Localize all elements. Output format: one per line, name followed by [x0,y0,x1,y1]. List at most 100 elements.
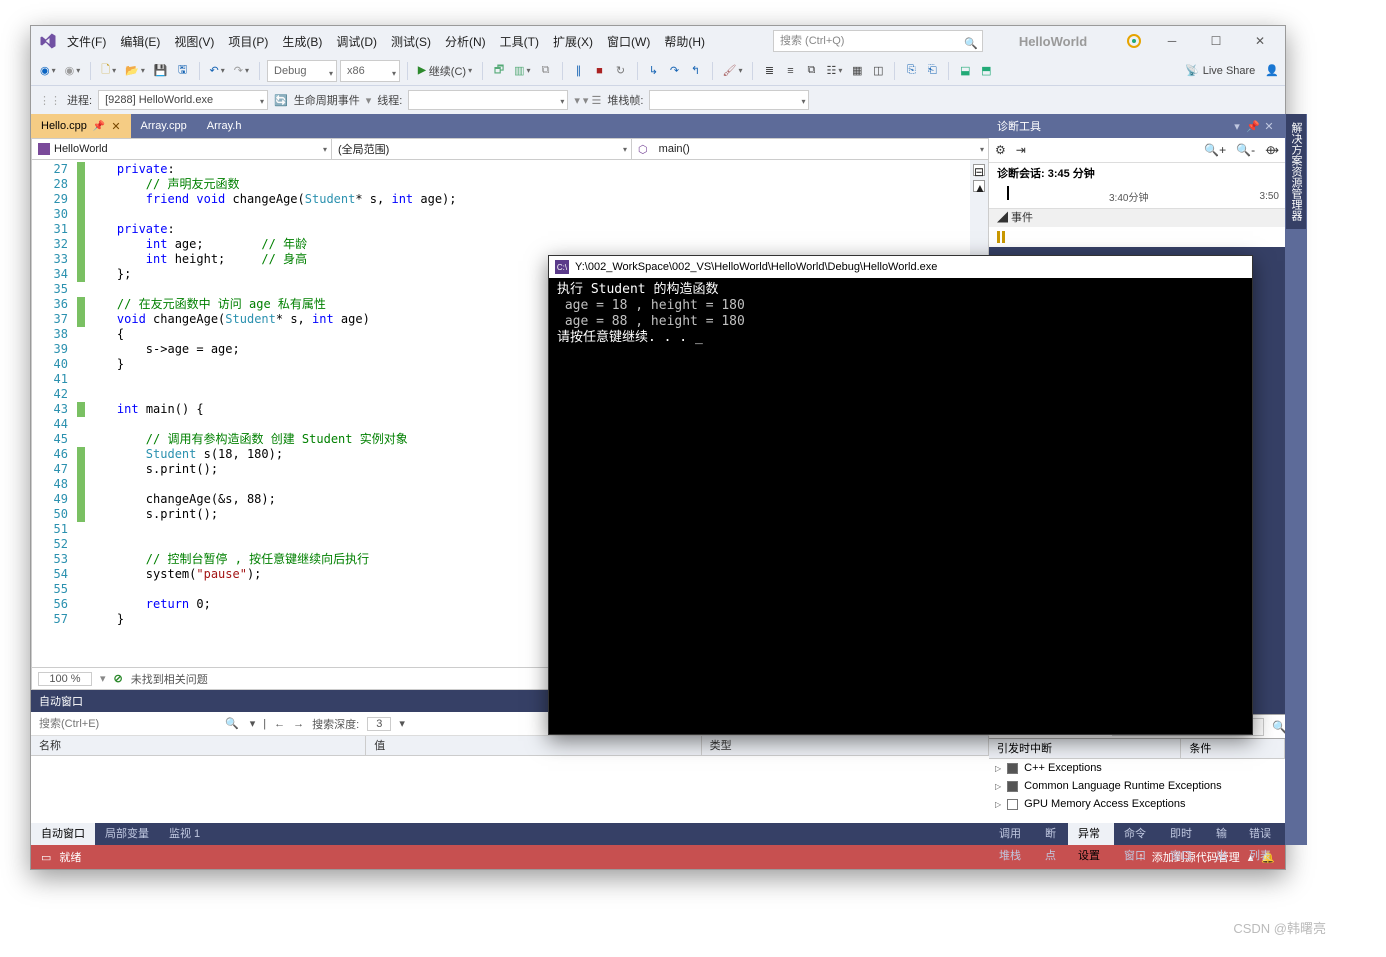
document-tab[interactable]: Array.cpp [131,114,197,138]
panel-tab[interactable]: 输出 [1206,823,1239,845]
tb-icon-1[interactable]: ≣ [760,60,778,82]
depth-prev-icon[interactable]: ← [274,718,285,730]
checkbox[interactable] [1007,781,1018,792]
tb-icon-4[interactable]: ☷ [823,60,845,82]
toolbar-btn-b[interactable]: ▥ [511,60,533,82]
expand-icon[interactable]: ▷ [995,764,1001,773]
column-header[interactable]: 条件 [1181,739,1285,758]
toolbar-btn-a[interactable]: 🗗 [490,60,508,82]
tb-icon-3[interactable]: ⧉ [802,60,820,82]
zoom-out-icon[interactable]: 🔍- [1236,143,1255,157]
menu-item[interactable]: 调试(D) [336,33,377,50]
undo-button[interactable]: ↶ [207,60,228,82]
panel-tab[interactable]: 错误列表 [1239,823,1285,845]
new-project-button[interactable]: 🗋 [98,60,119,82]
console-titlebar[interactable]: C:\ Y:\002_WorkSpace\002_VS\HelloWorld\H… [549,256,1252,278]
thread-combo[interactable] [408,90,568,110]
reset-zoom-icon[interactable]: ⟴ [1265,143,1279,157]
lifecycle-icon[interactable]: 🔄 [274,94,288,107]
solution-explorer-tab[interactable]: 解决方案资源管理器 [1286,114,1306,229]
exception-row[interactable]: ▷Common Language Runtime Exceptions [989,777,1285,795]
pin-icon[interactable]: 📌 [93,121,105,132]
zoom-in-icon[interactable]: 🔍+ [1204,143,1226,157]
column-header[interactable]: 引发时中断 [989,739,1181,758]
tb-icon-9[interactable]: ⬓ [956,60,974,82]
format-button[interactable]: 🖌 [720,60,746,82]
column-header[interactable]: 类型 [702,736,989,755]
autos-search-input[interactable] [37,714,217,734]
zoom-level[interactable]: 100 % [38,672,92,686]
panel-tab[interactable]: 调用堆栈 [989,823,1035,845]
save-all-button[interactable]: 🖫 [174,60,192,82]
maximize-button[interactable]: ☐ [1199,30,1233,52]
step-out-button[interactable]: ↰ [687,60,705,82]
diagnostics-events-header[interactable]: ◢ 事件 [989,209,1285,227]
forward-button[interactable]: ◉ [62,60,84,82]
menu-item[interactable]: 扩展(X) [553,33,593,50]
quick-search-input[interactable]: 搜索 (Ctrl+Q) 🔍 [773,30,983,52]
menu-item[interactable]: 窗口(W) [607,33,650,50]
panel-close-icon[interactable]: ✕ [1261,120,1277,133]
menu-item[interactable]: 文件(F) [67,33,106,50]
feedback-icon[interactable] [1123,30,1145,52]
exception-row[interactable]: ▷GPU Memory Access Exceptions [989,795,1285,813]
document-tab[interactable]: Array.h [197,114,252,138]
panel-tab[interactable]: 异常设置 [1068,823,1114,845]
checkbox[interactable] [1007,763,1018,774]
close-button[interactable]: ✕ [1243,30,1277,52]
minimize-button[interactable]: ─ [1155,30,1189,52]
panel-tab[interactable]: 监视 1 [159,823,210,845]
console-window[interactable]: C:\ Y:\002_WorkSpace\002_VS\HelloWorld\H… [548,255,1253,735]
checkbox[interactable] [1007,799,1018,810]
menu-item[interactable]: 测试(S) [391,33,431,50]
open-file-button[interactable]: 📂 [122,60,148,82]
tb-icon-6[interactable]: ◫ [869,60,887,82]
nav-scope[interactable]: (全局范围) [332,139,632,159]
tb-icon-5[interactable]: ▦ [848,60,866,82]
panel-tab[interactable]: 自动窗口 [31,823,95,845]
menu-item[interactable]: 工具(T) [500,33,539,50]
nav-up-icon[interactable]: ▲ [973,180,985,192]
menu-item[interactable]: 生成(B) [282,33,322,50]
step-into-button[interactable]: ↳ [645,60,663,82]
gear-icon[interactable]: ⚙ [995,143,1006,157]
document-tab[interactable]: Hello.cpp 📌 ✕ [31,114,131,138]
exception-row[interactable]: ▷C++ Exceptions [989,759,1285,777]
platform-combo[interactable]: x86 [340,60,400,82]
split-icon[interactable]: ⊟ [973,164,985,176]
stackframe-combo[interactable] [649,90,809,110]
tb-icon-2[interactable]: ≡ [781,60,799,82]
export-icon[interactable]: ⇥ [1016,143,1026,157]
pause-debug-button[interactable]: ∥ [570,60,588,82]
continue-button[interactable]: ▶ 继续(C) [415,60,475,82]
menu-item[interactable]: 帮助(H) [664,33,705,50]
live-share-button[interactable]: 📡Live Share [1185,64,1255,77]
config-combo[interactable]: Debug [267,60,337,82]
depth-value[interactable]: 3 [367,717,391,731]
nav-function[interactable]: ⬡ main() [632,139,988,159]
close-tab-icon[interactable]: ✕ [111,120,120,133]
tb-icon-7[interactable]: ⎘ [902,60,920,82]
menu-item[interactable]: 视图(V) [174,33,214,50]
expand-icon[interactable]: ▷ [995,782,1001,791]
panel-tab[interactable]: 局部变量 [95,823,159,845]
column-header[interactable]: 名称 [31,736,366,755]
save-button[interactable]: 💾 [151,60,171,82]
tb-icon-8[interactable]: ⎗ [923,60,941,82]
diagnostics-timeline[interactable]: 3:40分钟 3:50 [989,184,1285,209]
panel-tab[interactable]: 断点 [1035,823,1068,845]
account-icon[interactable]: 👤 [1265,64,1279,77]
expand-icon[interactable]: ▷ [995,800,1001,809]
search-icon[interactable]: 🔍 [225,717,239,730]
toolbar-btn-c[interactable]: ⧉ [537,60,555,82]
menu-item[interactable]: 分析(N) [445,33,486,50]
stop-debug-button[interactable]: ■ [591,60,609,82]
solution-explorer-rail[interactable]: 解决方案资源管理器 [1285,114,1307,845]
back-button[interactable]: ◉ [37,60,59,82]
step-over-button[interactable]: ↷ [666,60,684,82]
process-combo[interactable]: [9288] HelloWorld.exe [98,90,268,110]
restart-debug-button[interactable]: ↻ [612,60,630,82]
redo-button[interactable]: ↷ [231,60,252,82]
depth-next-icon[interactable]: → [293,718,304,730]
panel-tab[interactable]: 命令窗口 [1114,823,1160,845]
